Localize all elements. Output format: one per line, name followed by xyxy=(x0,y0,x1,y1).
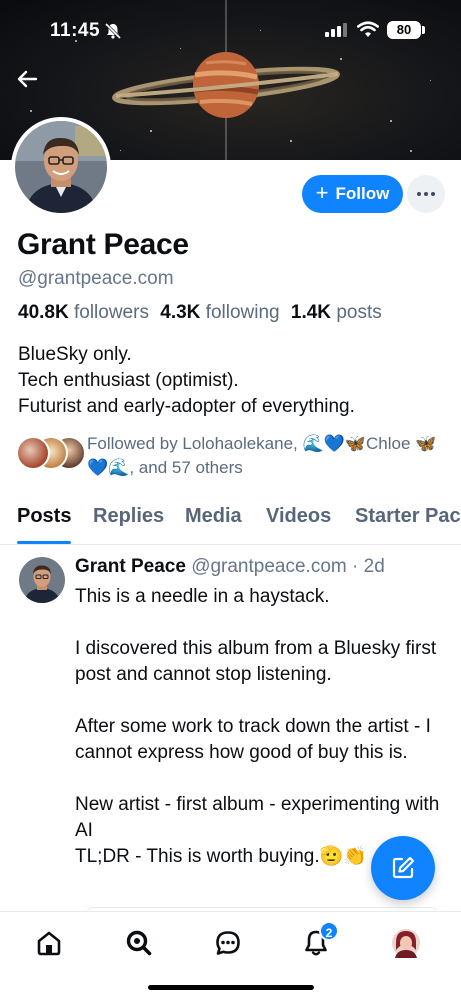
chat-icon xyxy=(216,931,240,955)
display-name: Grant Peace xyxy=(17,228,189,261)
follow-label: Follow xyxy=(335,184,390,203)
compose-icon xyxy=(392,856,415,879)
tab-videos[interactable]: Videos xyxy=(266,505,331,528)
nav-chat[interactable] xyxy=(211,926,245,960)
arrow-left-icon xyxy=(17,70,38,88)
notifications-badge: 2 xyxy=(319,921,339,941)
wifi-icon xyxy=(357,21,379,37)
profile-avatar[interactable] xyxy=(11,117,111,217)
profile-bio: BlueSky only. Tech enthusiast (optimist)… xyxy=(18,342,355,420)
status-time: 11:45 xyxy=(50,20,101,41)
post-paragraph: After some work to track down the artist… xyxy=(75,716,431,763)
post-paragraph: This is a needle in a haystack. xyxy=(75,586,330,607)
following-count: 4.3K xyxy=(160,302,201,323)
status-bar: 11:45 80 xyxy=(0,0,461,62)
nav-search[interactable] xyxy=(122,926,156,960)
ellipsis-icon xyxy=(417,192,435,196)
following-stat[interactable]: 4.3K following xyxy=(160,302,279,323)
compose-button[interactable] xyxy=(371,836,435,900)
battery-indicator: 80 xyxy=(387,21,421,39)
signal-icon xyxy=(325,23,347,37)
tab-media[interactable]: Media xyxy=(185,505,242,528)
avatar-photo xyxy=(15,121,107,213)
followers-count: 40.8K xyxy=(18,302,69,323)
follower-avatar xyxy=(16,436,50,470)
more-options-button[interactable] xyxy=(407,175,445,213)
nav-profile[interactable] xyxy=(389,926,423,960)
post-author-name[interactable]: Grant Peace xyxy=(75,556,186,577)
followers-label: followers xyxy=(73,302,149,323)
followed-by-row[interactable]: Followed by Lolohaolekane, 🌊💙🦋Chloe 🦋💙🌊,… xyxy=(16,432,456,478)
followers-stat[interactable]: 40.8K followers xyxy=(18,302,149,323)
bio-line: BlueSky only. xyxy=(18,344,132,365)
home-icon xyxy=(37,931,61,956)
silent-bell-icon xyxy=(104,22,122,40)
profile-avatar-icon xyxy=(392,929,420,958)
profile-tabs: Posts Replies Media Videos Starter Packs xyxy=(0,497,461,545)
avatar-photo xyxy=(19,557,65,603)
tab-starter-packs[interactable]: Starter Packs xyxy=(355,505,461,528)
active-tab-indicator xyxy=(17,541,71,544)
post-header: Grant Peace @grantpeace.com · 2d xyxy=(75,556,385,578)
tab-posts[interactable]: Posts xyxy=(17,505,71,528)
post-author-handle[interactable]: @grantpeace.com xyxy=(191,556,347,577)
bio-line: Futurist and early-adopter of everything… xyxy=(18,396,355,417)
followed-by-text: Followed by Lolohaolekane, 🌊💙🦋Chloe 🦋💙🌊,… xyxy=(87,434,437,477)
back-button[interactable] xyxy=(10,62,44,96)
post-timestamp: 2d xyxy=(363,556,385,577)
bio-line: Tech enthusiast (optimist). xyxy=(18,370,239,391)
posts-stat: 1.4K posts xyxy=(291,302,382,323)
post-author-avatar[interactable] xyxy=(19,557,65,603)
search-icon xyxy=(126,930,152,956)
profile-stats: 40.8K followers 4.3K following 1.4K post… xyxy=(18,302,382,324)
post-paragraph: I discovered this album from a Bluesky f… xyxy=(75,638,437,685)
plus-icon: + xyxy=(315,180,329,205)
home-indicator xyxy=(148,985,314,990)
nav-home[interactable] xyxy=(32,926,66,960)
follow-button[interactable]: + Follow xyxy=(302,175,403,213)
profile-handle: @grantpeace.com xyxy=(18,268,174,289)
battery-tip xyxy=(422,26,425,34)
post-embed[interactable] xyxy=(84,907,440,910)
posts-count: 1.4K xyxy=(290,302,332,323)
following-label: following xyxy=(205,302,280,323)
tab-replies[interactable]: Replies xyxy=(93,505,164,528)
posts-label: posts xyxy=(336,302,382,323)
post-separator: · xyxy=(352,556,359,577)
